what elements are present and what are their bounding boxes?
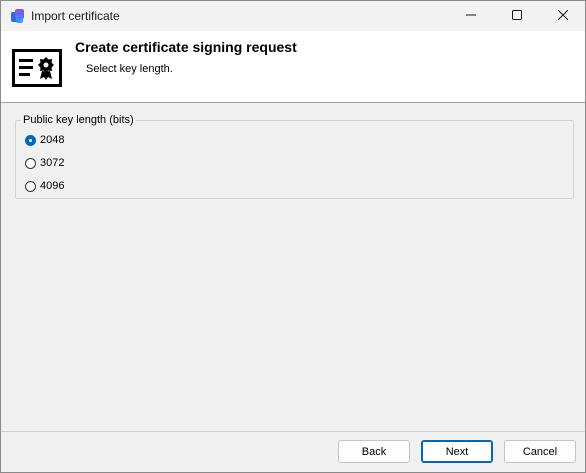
window-title: Import certificate xyxy=(31,9,120,23)
certificate-manager-icon xyxy=(10,8,26,24)
import-certificate-window: Import certificate Create certificate si… xyxy=(0,0,586,473)
next-button[interactable]: Next xyxy=(421,440,493,463)
certificate-icon xyxy=(12,49,62,87)
cancel-button[interactable]: Cancel xyxy=(504,440,576,463)
radio-button-2048[interactable] xyxy=(25,134,36,146)
radio-button-4096[interactable] xyxy=(25,180,36,192)
radio-option-4096[interactable]: 4096 xyxy=(25,180,64,192)
close-icon xyxy=(557,9,569,23)
minimize-icon xyxy=(466,9,476,23)
back-button[interactable]: Back xyxy=(338,440,410,463)
maximize-icon xyxy=(512,9,522,23)
title-bar[interactable]: Import certificate xyxy=(1,1,585,31)
radio-label-2048[interactable]: 2048 xyxy=(40,134,64,146)
minimize-button[interactable] xyxy=(448,1,494,31)
page-title: Create certificate signing request xyxy=(75,39,297,55)
wizard-footer: Back Next Cancel xyxy=(1,432,585,472)
key-length-group-label: Public key length (bits) xyxy=(21,114,136,126)
maximize-button[interactable] xyxy=(494,1,540,31)
close-button[interactable] xyxy=(540,1,586,31)
radio-button-3072[interactable] xyxy=(25,157,36,169)
radio-label-4096[interactable]: 4096 xyxy=(40,180,64,192)
key-length-group xyxy=(15,120,574,199)
page-subtitle: Select key length. xyxy=(86,63,173,75)
radio-option-2048[interactable]: 2048 xyxy=(25,134,64,146)
radio-option-3072[interactable]: 3072 xyxy=(25,157,64,169)
radio-label-3072[interactable]: 3072 xyxy=(40,157,64,169)
wizard-header: Create certificate signing request Selec… xyxy=(1,31,585,103)
